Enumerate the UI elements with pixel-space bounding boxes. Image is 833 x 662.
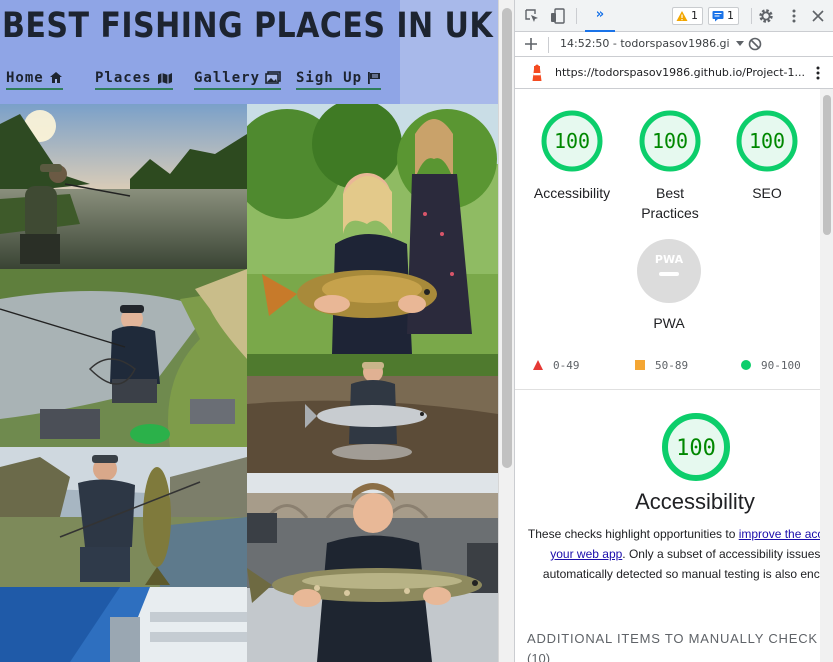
report-select-value: 14:52:50 - todorspasov1986.gi — [560, 37, 730, 50]
lighthouse-report-bar: 14:52:50 - todorspasov1986.gi — [515, 32, 833, 57]
gallery-photo-carp-family — [247, 104, 498, 354]
close-icon[interactable] — [810, 8, 826, 24]
gauge-pwa[interactable]: PWA — [637, 239, 701, 303]
report-url-bar: https://todorspasov1986.github.io/Projec… — [515, 57, 833, 89]
images-icon — [265, 71, 281, 89]
gauge-best-practices-label: Best Practices — [641, 185, 699, 221]
report-url[interactable]: https://todorspasov1986.github.io/Projec… — [555, 66, 805, 79]
gauge-seo[interactable]: 100 — [735, 109, 799, 173]
manual-check-count: (10) — [527, 651, 551, 662]
url-menu-kebab-icon[interactable] — [810, 65, 826, 81]
message-icon — [712, 10, 724, 22]
kebab-icon[interactable] — [786, 8, 802, 24]
report-scrollbar-thumb[interactable] — [823, 95, 831, 235]
legend-pass-range: 90-100 — [761, 359, 801, 372]
devtools-toolbar: » 1 1 — [515, 0, 833, 32]
pwa-badge-text: PWA — [655, 253, 684, 266]
nav-signup-link[interactable]: Sigh Up — [296, 70, 382, 90]
nav-home-label: Home — [6, 70, 44, 86]
legend-fail: 0-49 — [533, 359, 580, 373]
manual-check-heading[interactable]: ADDITIONAL ITEMS TO MANUALLY CHECK — [527, 631, 820, 646]
gallery-photo-bank-angler — [0, 269, 247, 447]
nav-places-label: Places — [95, 70, 152, 86]
messages-badge[interactable]: 1 — [708, 7, 739, 25]
website-scrollbar[interactable] — [498, 0, 514, 662]
lighthouse-report: 100 Accessibility 100 Best Practices 100… — [515, 89, 820, 662]
section-accessibility-title: Accessibility — [635, 489, 755, 514]
gauge-pwa-label: PWA — [653, 315, 685, 331]
section-accessibility-description: These checks highlight opportunities to … — [525, 524, 820, 584]
report-select[interactable]: 14:52:50 - todorspasov1986.gi — [560, 37, 745, 50]
section-divider — [515, 389, 820, 390]
desc-text-before: These checks highlight opportunities to — [527, 527, 739, 541]
block-icon[interactable] — [747, 36, 763, 52]
gallery-photo-river-angler — [0, 104, 247, 269]
legend-pass: 90-100 — [741, 359, 801, 373]
devtools-panel: » 1 1 14:52:50 - todorspasov1986.gi http… — [514, 0, 833, 662]
nav-home-link[interactable]: Home — [6, 70, 63, 90]
circle-icon — [741, 360, 751, 374]
nav-places-link[interactable]: Places — [95, 70, 173, 90]
inspect-icon[interactable] — [524, 8, 540, 24]
site-title: BEST FISHING PLACES IN UK — [2, 6, 494, 46]
gauge-accessibility[interactable]: 100 — [540, 109, 604, 173]
gallery-photo-bass-angler — [0, 447, 247, 587]
gauge-best-practices[interactable]: 100 — [638, 109, 702, 173]
triangle-icon — [533, 360, 543, 374]
dropdown-arrow-icon — [736, 37, 745, 50]
gallery-photo-pike-angler — [247, 473, 498, 662]
nav-gallery-link[interactable]: Gallery — [194, 70, 282, 90]
square-icon — [635, 360, 645, 374]
device-toggle-icon[interactable] — [550, 8, 566, 24]
section-accessibility-score: 100 — [676, 436, 716, 461]
website-scrollbar-thumb[interactable] — [502, 8, 512, 468]
gauge-accessibility-score: 100 — [554, 129, 590, 153]
section-accessibility-gauge: 100 — [660, 411, 732, 483]
report-scrollbar[interactable] — [820, 89, 833, 662]
gallery-photo-building — [0, 587, 247, 662]
map-icon — [157, 71, 173, 89]
flag-icon — [367, 71, 381, 89]
home-icon — [49, 71, 63, 89]
legend-fail-range: 0-49 — [553, 359, 580, 372]
more-tabs-button[interactable]: » — [585, 0, 615, 32]
warning-icon — [676, 10, 688, 22]
gauge-best-practices-score: 100 — [652, 129, 688, 153]
warnings-badge[interactable]: 1 — [672, 7, 703, 25]
warnings-count: 1 — [691, 9, 698, 22]
gauge-seo-label: SEO — [752, 185, 782, 201]
nav-signup-label: Sigh Up — [296, 70, 363, 86]
lighthouse-icon — [529, 64, 545, 82]
gallery-photo-salmon-angler — [247, 354, 498, 473]
plus-icon[interactable] — [523, 36, 539, 52]
nav-gallery-label: Gallery — [194, 70, 261, 86]
website-viewport: BEST FISHING PLACES IN UK Home Places Ga… — [0, 0, 498, 662]
site-header: BEST FISHING PLACES IN UK Home Places Ga… — [0, 0, 498, 104]
gear-icon[interactable] — [758, 8, 774, 24]
gauge-seo-score: 100 — [749, 129, 785, 153]
messages-count: 1 — [727, 9, 734, 22]
gauge-accessibility-label: Accessibility — [533, 185, 611, 201]
legend-average-range: 50-89 — [655, 359, 689, 372]
legend-average: 50-89 — [635, 359, 688, 373]
